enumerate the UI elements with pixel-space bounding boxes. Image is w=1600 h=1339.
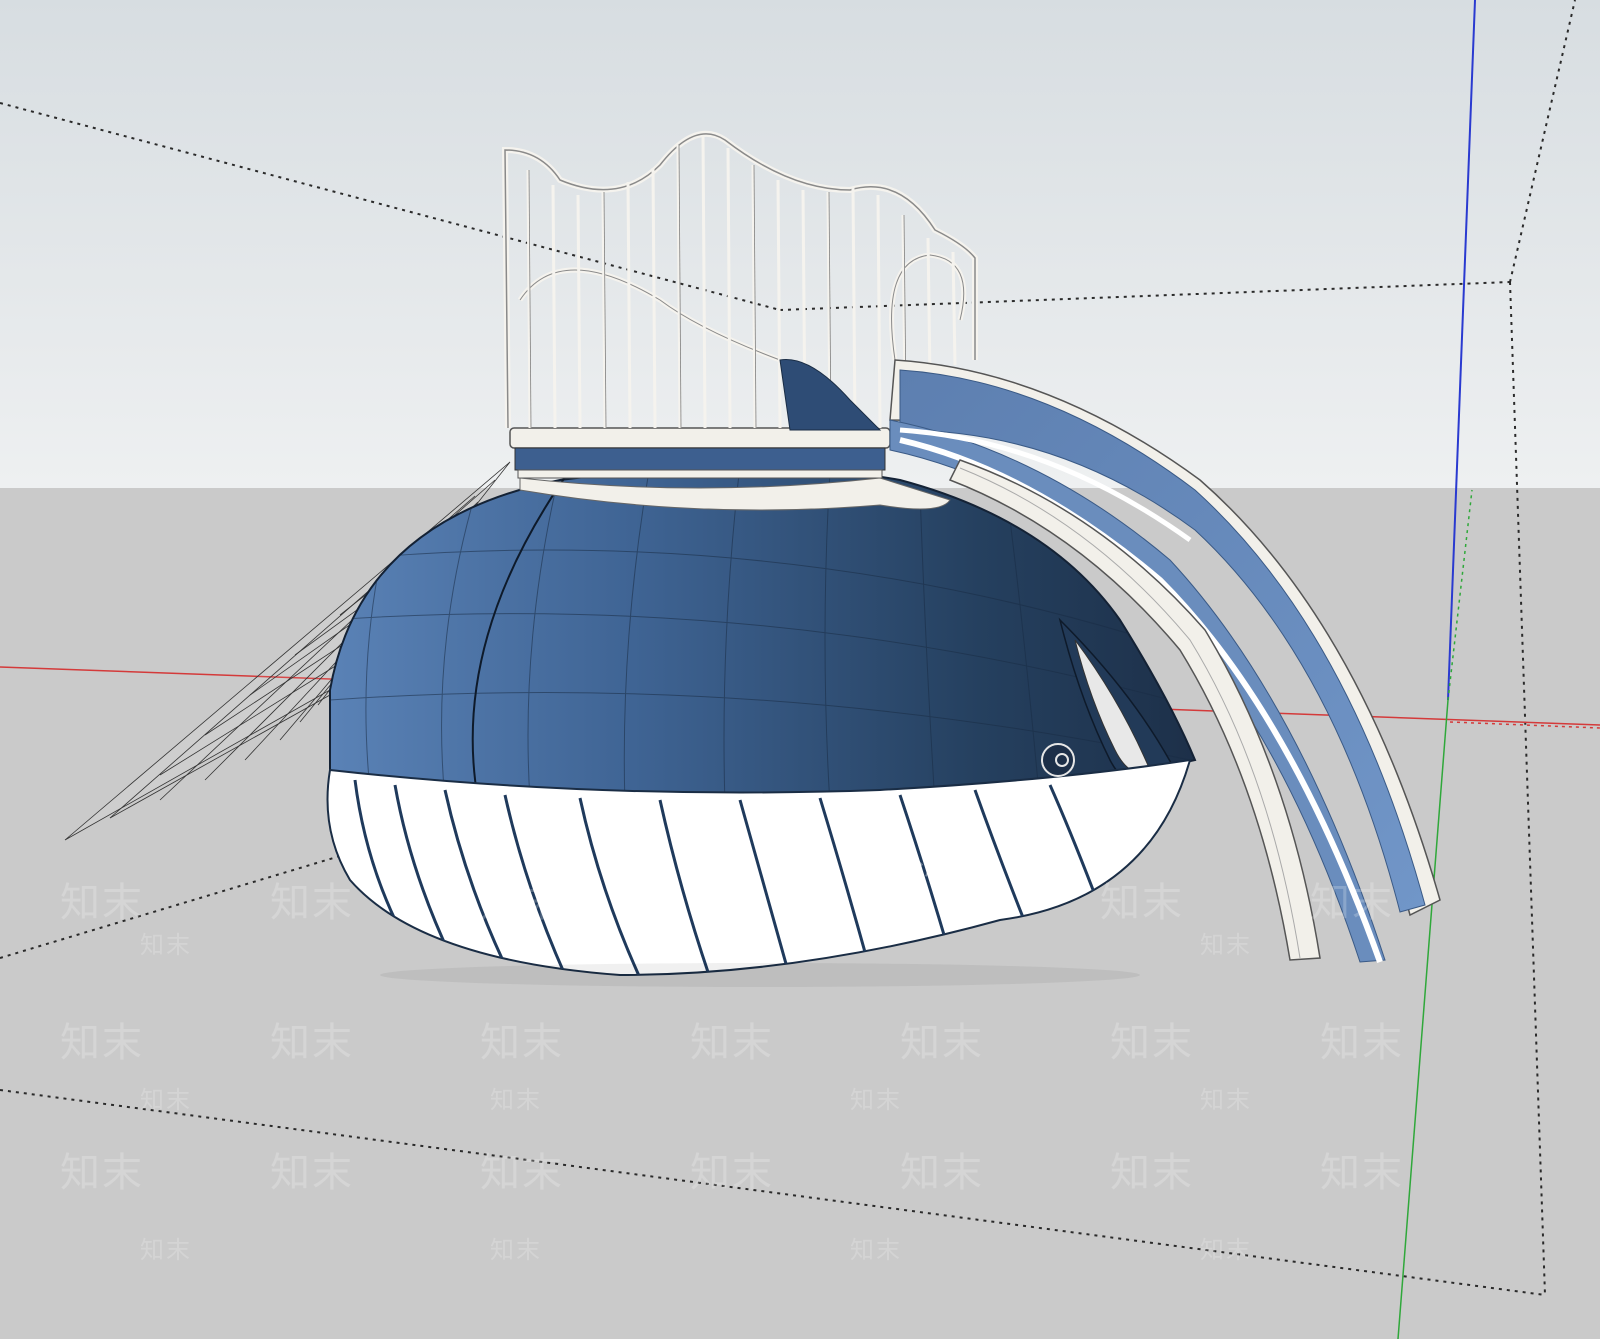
- ground-shadow: [380, 963, 1140, 987]
- modeling-viewport[interactable]: 知末 知末 知末 知末 知末 知末 知末 知末 知末 知末 知末 知末 知末 知…: [0, 0, 1600, 1339]
- scene-canvas: [0, 0, 1600, 1339]
- top-platform: [509, 427, 951, 511]
- eye-icon: [1041, 743, 1075, 777]
